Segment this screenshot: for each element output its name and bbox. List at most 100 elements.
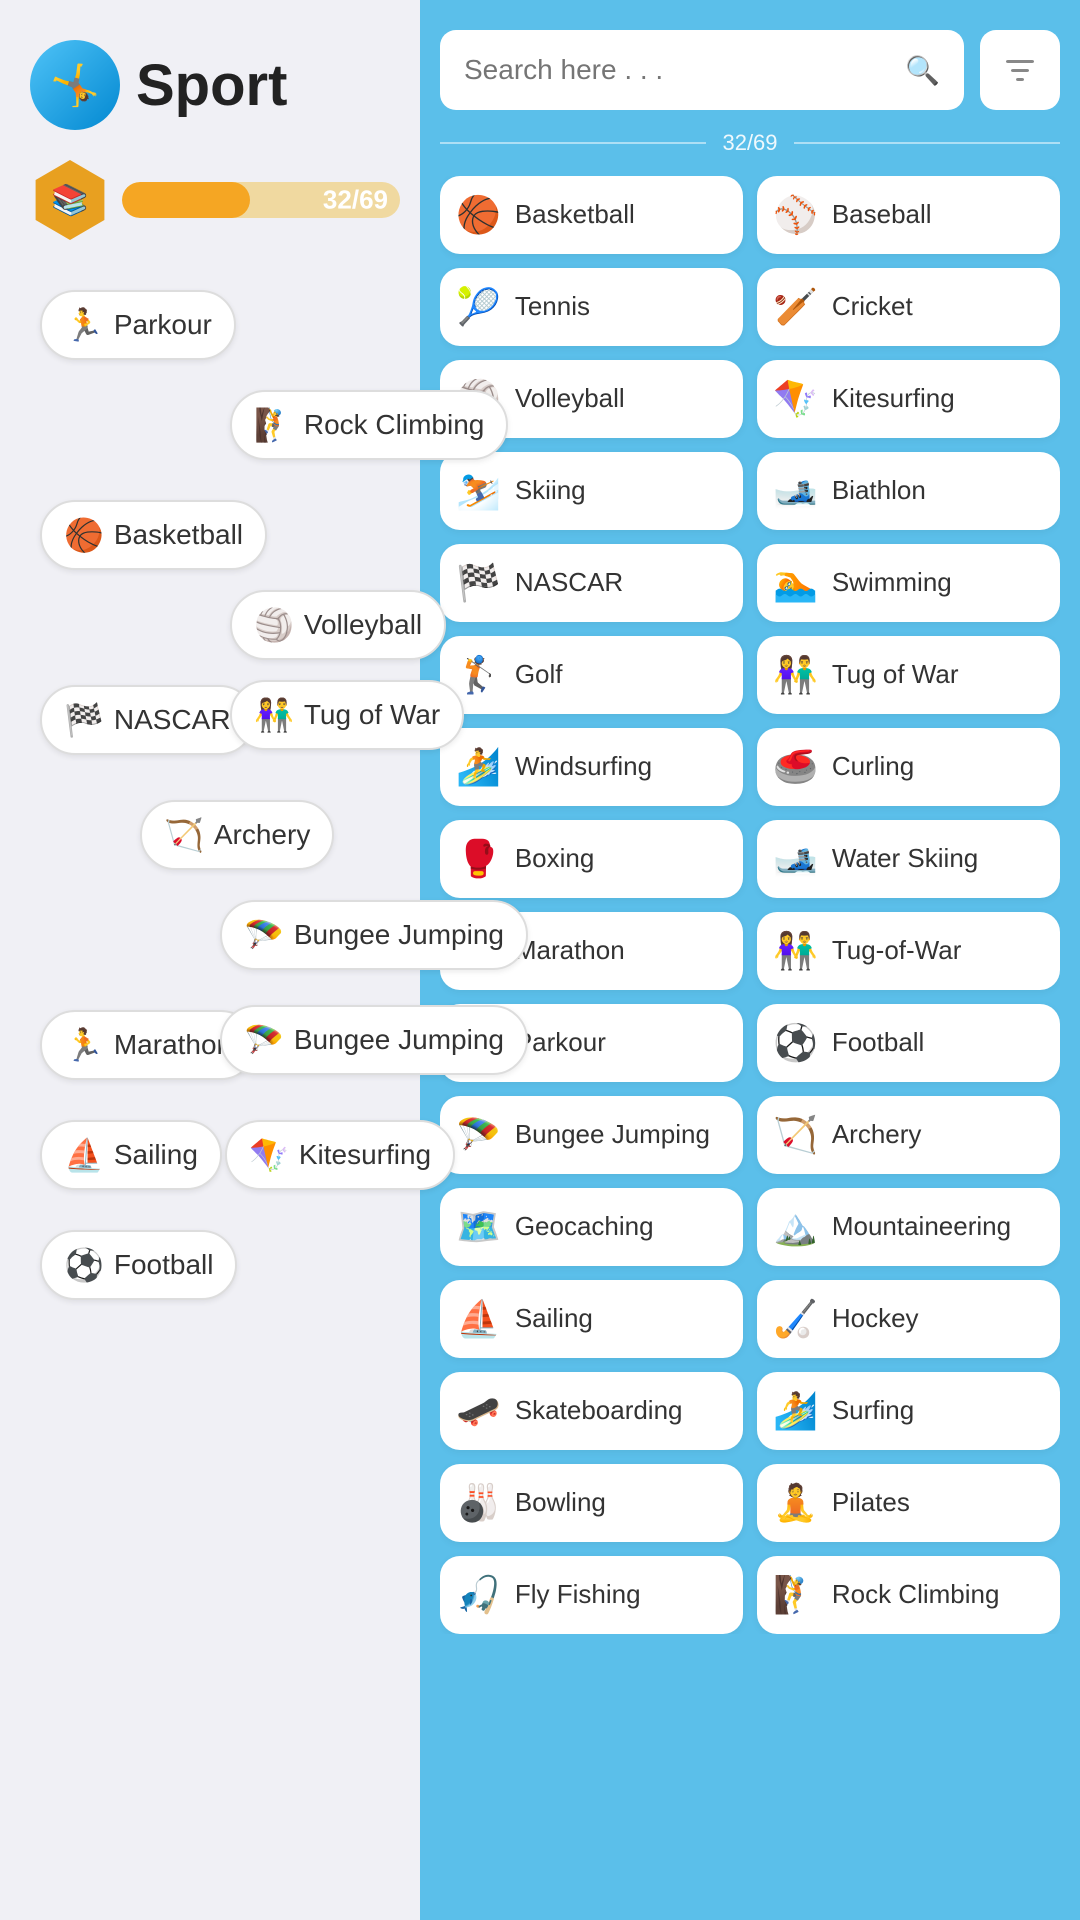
badge: 📚 (30, 160, 110, 240)
sport-label: Archery (214, 819, 310, 851)
sport-card-emoji: 🎣 (456, 1574, 501, 1616)
sport-card[interactable]: 👫 Tug-of-War (757, 912, 1060, 990)
sport-card-label: Bungee Jumping (515, 1119, 710, 1150)
sport-card[interactable]: 🏏Cricket (757, 268, 1060, 346)
sport-label: Kitesurfing (299, 1139, 431, 1171)
sport-card[interactable]: 🪂 Bungee Jumping (440, 1096, 743, 1174)
sport-card-label: Windsurfing (515, 751, 652, 782)
sport-card[interactable]: 🥌 Curling (757, 728, 1060, 806)
left-sport-item[interactable]: 🪂Bungee Jumping (220, 1005, 528, 1075)
app-logo: 🤸 (30, 40, 120, 130)
left-sport-item[interactable]: 🪁Kitesurfing (225, 1120, 455, 1190)
progress-container: 📚 32/69 (30, 160, 400, 240)
sport-card-emoji: 🎳 (456, 1482, 501, 1524)
sport-emoji: ⛵ (64, 1136, 104, 1174)
sport-emoji: 🏐 (254, 606, 294, 644)
sport-card[interactable]: 🏄Surfing (757, 1372, 1060, 1450)
sport-card-emoji: 👫 (773, 930, 818, 972)
left-sport-item[interactable]: 🏁NASCAR (40, 685, 255, 755)
filter-icon (1002, 52, 1038, 88)
sport-card[interactable]: 👫Tug of War (757, 636, 1060, 714)
sport-card-label: Hockey (832, 1303, 919, 1334)
sport-card-emoji: ⛷️ (456, 470, 501, 512)
sport-card[interactable]: 🏌️Golf (440, 636, 743, 714)
sport-label: Rock Climbing (304, 409, 485, 441)
left-sport-item[interactable]: 👫Tug of War (230, 680, 464, 750)
filter-button[interactable] (980, 30, 1060, 110)
search-box[interactable]: 🔍 (440, 30, 964, 110)
sport-card-emoji: 🏀 (456, 194, 501, 236)
sport-card[interactable]: 🏹Archery (757, 1096, 1060, 1174)
search-icon: 🔍 (905, 54, 940, 87)
sport-card-label: Curling (832, 751, 914, 782)
sport-card-emoji: 🏏 (773, 286, 818, 328)
sport-card[interactable]: 🏔️Mountaineering (757, 1188, 1060, 1266)
sport-card-emoji: 🏊 (773, 562, 818, 604)
sport-card[interactable]: 🏑Hockey (757, 1280, 1060, 1358)
sport-label: Bungee Jumping (294, 919, 504, 951)
left-sport-item[interactable]: ⛵Sailing (40, 1120, 222, 1190)
app-title: Sport (136, 52, 287, 119)
sport-card[interactable]: 🏀Basketball (440, 176, 743, 254)
sport-emoji: 🏹 (164, 816, 204, 854)
sport-card-label: NASCAR (515, 567, 623, 598)
left-sport-item[interactable]: ⚽Football (40, 1230, 237, 1300)
sport-card-emoji: 🎾 (456, 286, 501, 328)
sport-card[interactable]: ⛵Sailing (440, 1280, 743, 1358)
progress-label: 32/69 (323, 185, 388, 216)
sport-card-label: Water Skiing (832, 843, 978, 874)
left-sport-item[interactable]: 🏐Volleyball (230, 590, 446, 660)
sport-emoji: 👫 (254, 696, 294, 734)
sport-card[interactable]: 🛹Skateboarding (440, 1372, 743, 1450)
sport-label: Marathon (114, 1029, 232, 1061)
sport-card-emoji: 🏁 (456, 562, 501, 604)
sport-card[interactable]: 🎿Water Skiing (757, 820, 1060, 898)
sport-emoji: 🏀 (64, 516, 104, 554)
sport-card[interactable]: ⚾Baseball (757, 176, 1060, 254)
sport-card-label: Swimming (832, 567, 952, 598)
sport-emoji: 🪂 (244, 1021, 284, 1059)
logo-emoji: 🤸 (50, 62, 100, 109)
sport-card[interactable]: 🏊 Swimming (757, 544, 1060, 622)
sport-card-emoji: 🧘 (773, 1482, 818, 1524)
sport-emoji: ⚽ (64, 1246, 104, 1284)
sport-emoji: 🏃 (64, 1026, 104, 1064)
sport-card-emoji: 🏌️ (456, 654, 501, 696)
left-sport-item[interactable]: 🏀Basketball (40, 500, 267, 570)
sport-card-emoji: 🥌 (773, 746, 818, 788)
sport-card-emoji: 🪁 (773, 378, 818, 420)
sport-card-label: Boxing (515, 843, 595, 874)
sport-card[interactable]: 🗺️Geocaching (440, 1188, 743, 1266)
left-sport-item[interactable]: 🧗Rock Climbing (230, 390, 508, 460)
sport-emoji: 🏁 (64, 701, 104, 739)
sport-card[interactable]: 🎣Fly Fishing (440, 1556, 743, 1634)
sport-card[interactable]: 🥊 Boxing (440, 820, 743, 898)
sport-card[interactable]: 🎳Bowling (440, 1464, 743, 1542)
app-header: 🤸 Sport (30, 40, 400, 130)
sport-card-label: Surfing (832, 1395, 914, 1426)
sport-card-label: Archery (832, 1119, 922, 1150)
progress-track: 32/69 (122, 182, 400, 218)
left-sport-item[interactable]: 🏃Parkour (40, 290, 236, 360)
left-sport-item[interactable]: 🪂Bungee Jumping (220, 900, 528, 970)
sport-card[interactable]: 🎾Tennis (440, 268, 743, 346)
sport-card[interactable]: 🪁Kitesurfing (757, 360, 1060, 438)
sport-card-emoji: ⛵ (456, 1298, 501, 1340)
sport-card-emoji: 🏔️ (773, 1206, 818, 1248)
sport-card-emoji: 🥊 (456, 838, 501, 880)
sport-card[interactable]: ⛷️Skiing (440, 452, 743, 530)
sport-card-label: Geocaching (515, 1211, 654, 1242)
sport-card[interactable]: 🧘Pilates (757, 1464, 1060, 1542)
left-sport-item[interactable]: 🏹 Archery (140, 800, 334, 870)
sport-card-label: Tug-of-War (832, 935, 962, 966)
sport-card-label: Volleyball (515, 383, 625, 414)
search-input[interactable] (464, 54, 893, 86)
sport-card[interactable]: ⚽Football (757, 1004, 1060, 1082)
sport-card[interactable]: 🎿Biathlon (757, 452, 1060, 530)
sport-card[interactable]: 🧗Rock Climbing (757, 1556, 1060, 1634)
sport-card-emoji: 🪂 (456, 1114, 501, 1156)
sports-grid: 🏀Basketball⚾Baseball🎾Tennis🏏Cricket🏐Voll… (440, 176, 1060, 1634)
sport-card[interactable]: 🏁 NASCAR (440, 544, 743, 622)
sport-card-label: Tug of War (832, 659, 959, 690)
sport-card[interactable]: 🏄Windsurfing (440, 728, 743, 806)
